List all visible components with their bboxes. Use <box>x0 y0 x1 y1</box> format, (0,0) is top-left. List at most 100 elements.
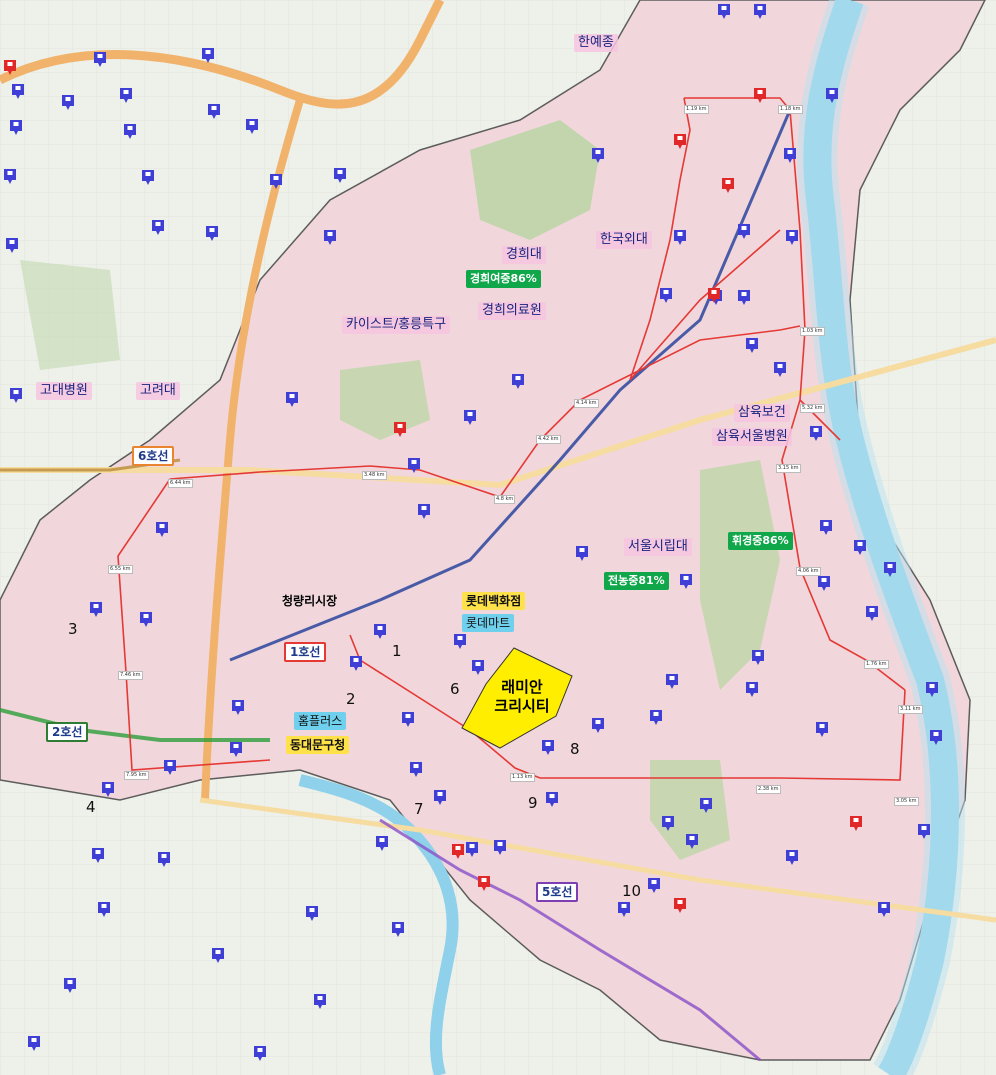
apartment-marker[interactable] <box>810 426 822 441</box>
apartment-marker[interactable] <box>124 124 136 139</box>
district-map[interactable]: 한예종 한국외대 경희대 경희여중86% 경희의료원 카이스트/홍릉특구 고대병원 고려대 삼육… <box>0 0 996 1075</box>
apartment-marker[interactable] <box>786 850 798 865</box>
label-hufs[interactable]: 한국외대 <box>596 231 652 249</box>
apartment-marker[interactable] <box>334 168 346 183</box>
label-line1[interactable]: 1호선 <box>284 642 327 662</box>
apartment-marker[interactable] <box>10 388 22 403</box>
apartment-marker[interactable] <box>662 816 674 831</box>
apartment-marker-red[interactable] <box>754 88 766 103</box>
apartment-marker[interactable] <box>120 88 132 103</box>
apartment-marker[interactable] <box>826 88 838 103</box>
label-sahmyook-hospital[interactable]: 삼육서울병원 <box>712 428 792 446</box>
apartment-marker[interactable] <box>418 504 430 519</box>
apartment-marker[interactable] <box>232 700 244 715</box>
apartment-marker[interactable] <box>10 120 22 135</box>
label-lotte-mart[interactable]: 롯데마트 <box>462 614 515 632</box>
apartment-marker[interactable] <box>410 762 422 777</box>
label-sahmyook-health[interactable]: 삼육보건 <box>734 404 790 422</box>
apartment-marker[interactable] <box>746 682 758 697</box>
apartment-marker-red[interactable] <box>674 134 686 149</box>
apartment-marker[interactable] <box>546 792 558 807</box>
label-khu-girls[interactable]: 경희여중86% <box>466 270 541 288</box>
apartment-marker[interactable] <box>878 902 890 917</box>
apartment-marker[interactable] <box>434 790 446 805</box>
apartment-marker[interactable] <box>350 656 362 671</box>
apartment-marker[interactable] <box>884 562 896 577</box>
apartment-marker[interactable] <box>152 220 164 235</box>
apartment-marker[interactable] <box>306 906 318 921</box>
apartment-marker[interactable] <box>746 338 758 353</box>
label-uos[interactable]: 서울시립대 <box>624 538 692 556</box>
label-korea-hospital[interactable]: 고대병원 <box>36 382 92 400</box>
apartment-marker[interactable] <box>866 606 878 621</box>
apartment-marker[interactable] <box>686 834 698 849</box>
apartment-marker[interactable] <box>674 230 686 245</box>
apartment-marker[interactable] <box>774 362 786 377</box>
label-lotte-dept[interactable]: 롯데백화점 <box>462 592 526 610</box>
apartment-marker[interactable] <box>246 119 258 134</box>
apartment-marker[interactable] <box>576 546 588 561</box>
apartment-marker[interactable] <box>374 624 386 639</box>
apartment-marker[interactable] <box>618 902 630 917</box>
apartment-marker[interactable] <box>512 374 524 389</box>
apartment-marker[interactable] <box>94 52 106 67</box>
apartment-marker[interactable] <box>98 902 110 917</box>
apartment-marker[interactable] <box>202 48 214 63</box>
apartment-marker[interactable] <box>854 540 866 555</box>
apartment-marker[interactable] <box>402 712 414 727</box>
apartment-marker[interactable] <box>4 169 16 184</box>
apartment-marker[interactable] <box>592 718 604 733</box>
apartment-marker[interactable] <box>738 224 750 239</box>
apartment-marker[interactable] <box>156 522 168 537</box>
apartment-marker[interactable] <box>648 878 660 893</box>
apartment-marker[interactable] <box>650 710 662 725</box>
apartment-marker[interactable] <box>392 922 404 937</box>
apartment-marker[interactable] <box>666 674 678 689</box>
apartment-marker[interactable] <box>314 994 326 1009</box>
apartment-marker[interactable] <box>464 410 476 425</box>
label-hwigyeong[interactable]: 휘경중86% <box>728 532 793 550</box>
apartment-marker[interactable] <box>930 730 942 745</box>
apartment-marker-red[interactable] <box>850 816 862 831</box>
apartment-marker[interactable] <box>158 852 170 867</box>
apartment-marker[interactable] <box>784 148 796 163</box>
label-kaist[interactable]: 카이스트/홍릉특구 <box>342 316 451 334</box>
apartment-marker-red[interactable] <box>394 422 406 437</box>
apartment-marker[interactable] <box>408 458 420 473</box>
apartment-marker[interactable] <box>212 948 224 963</box>
apartment-marker[interactable] <box>6 238 18 253</box>
apartment-marker-red[interactable] <box>452 844 464 859</box>
apartment-marker[interactable] <box>738 290 750 305</box>
label-homeplus[interactable]: 홈플러스 <box>294 712 347 730</box>
apartment-marker[interactable] <box>324 230 336 245</box>
apartment-marker[interactable] <box>92 848 104 863</box>
apartment-marker[interactable] <box>230 742 242 757</box>
apartment-marker[interactable] <box>286 392 298 407</box>
apartment-marker[interactable] <box>718 4 730 19</box>
apartment-marker[interactable] <box>754 4 766 19</box>
apartment-marker[interactable] <box>700 798 712 813</box>
apartment-marker[interactable] <box>786 230 798 245</box>
apartment-marker[interactable] <box>816 722 828 737</box>
apartment-marker[interactable] <box>660 288 672 303</box>
apartment-marker[interactable] <box>454 634 466 649</box>
apartment-marker[interactable] <box>926 682 938 697</box>
apartment-marker[interactable] <box>680 574 692 589</box>
label-jeonnong[interactable]: 전농중81% <box>604 572 669 590</box>
apartment-marker[interactable] <box>64 978 76 993</box>
label-line5[interactable]: 5호선 <box>536 882 579 902</box>
apartment-marker[interactable] <box>472 660 484 675</box>
apartment-marker-red[interactable] <box>478 876 490 891</box>
apartment-marker[interactable] <box>208 104 220 119</box>
apartment-marker[interactable] <box>90 602 102 617</box>
label-khu[interactable]: 경희대 <box>502 246 546 264</box>
apartment-marker[interactable] <box>28 1036 40 1051</box>
label-line2[interactable]: 2호선 <box>46 722 89 742</box>
apartment-marker[interactable] <box>102 782 114 797</box>
label-hanyejong[interactable]: 한예종 <box>574 34 618 52</box>
apartment-marker[interactable] <box>918 824 930 839</box>
label-line6[interactable]: 6호선 <box>132 446 175 466</box>
label-ddm-office[interactable]: 동대문구청 <box>286 736 350 754</box>
apartment-marker[interactable] <box>254 1046 266 1061</box>
apartment-marker[interactable] <box>818 576 830 591</box>
